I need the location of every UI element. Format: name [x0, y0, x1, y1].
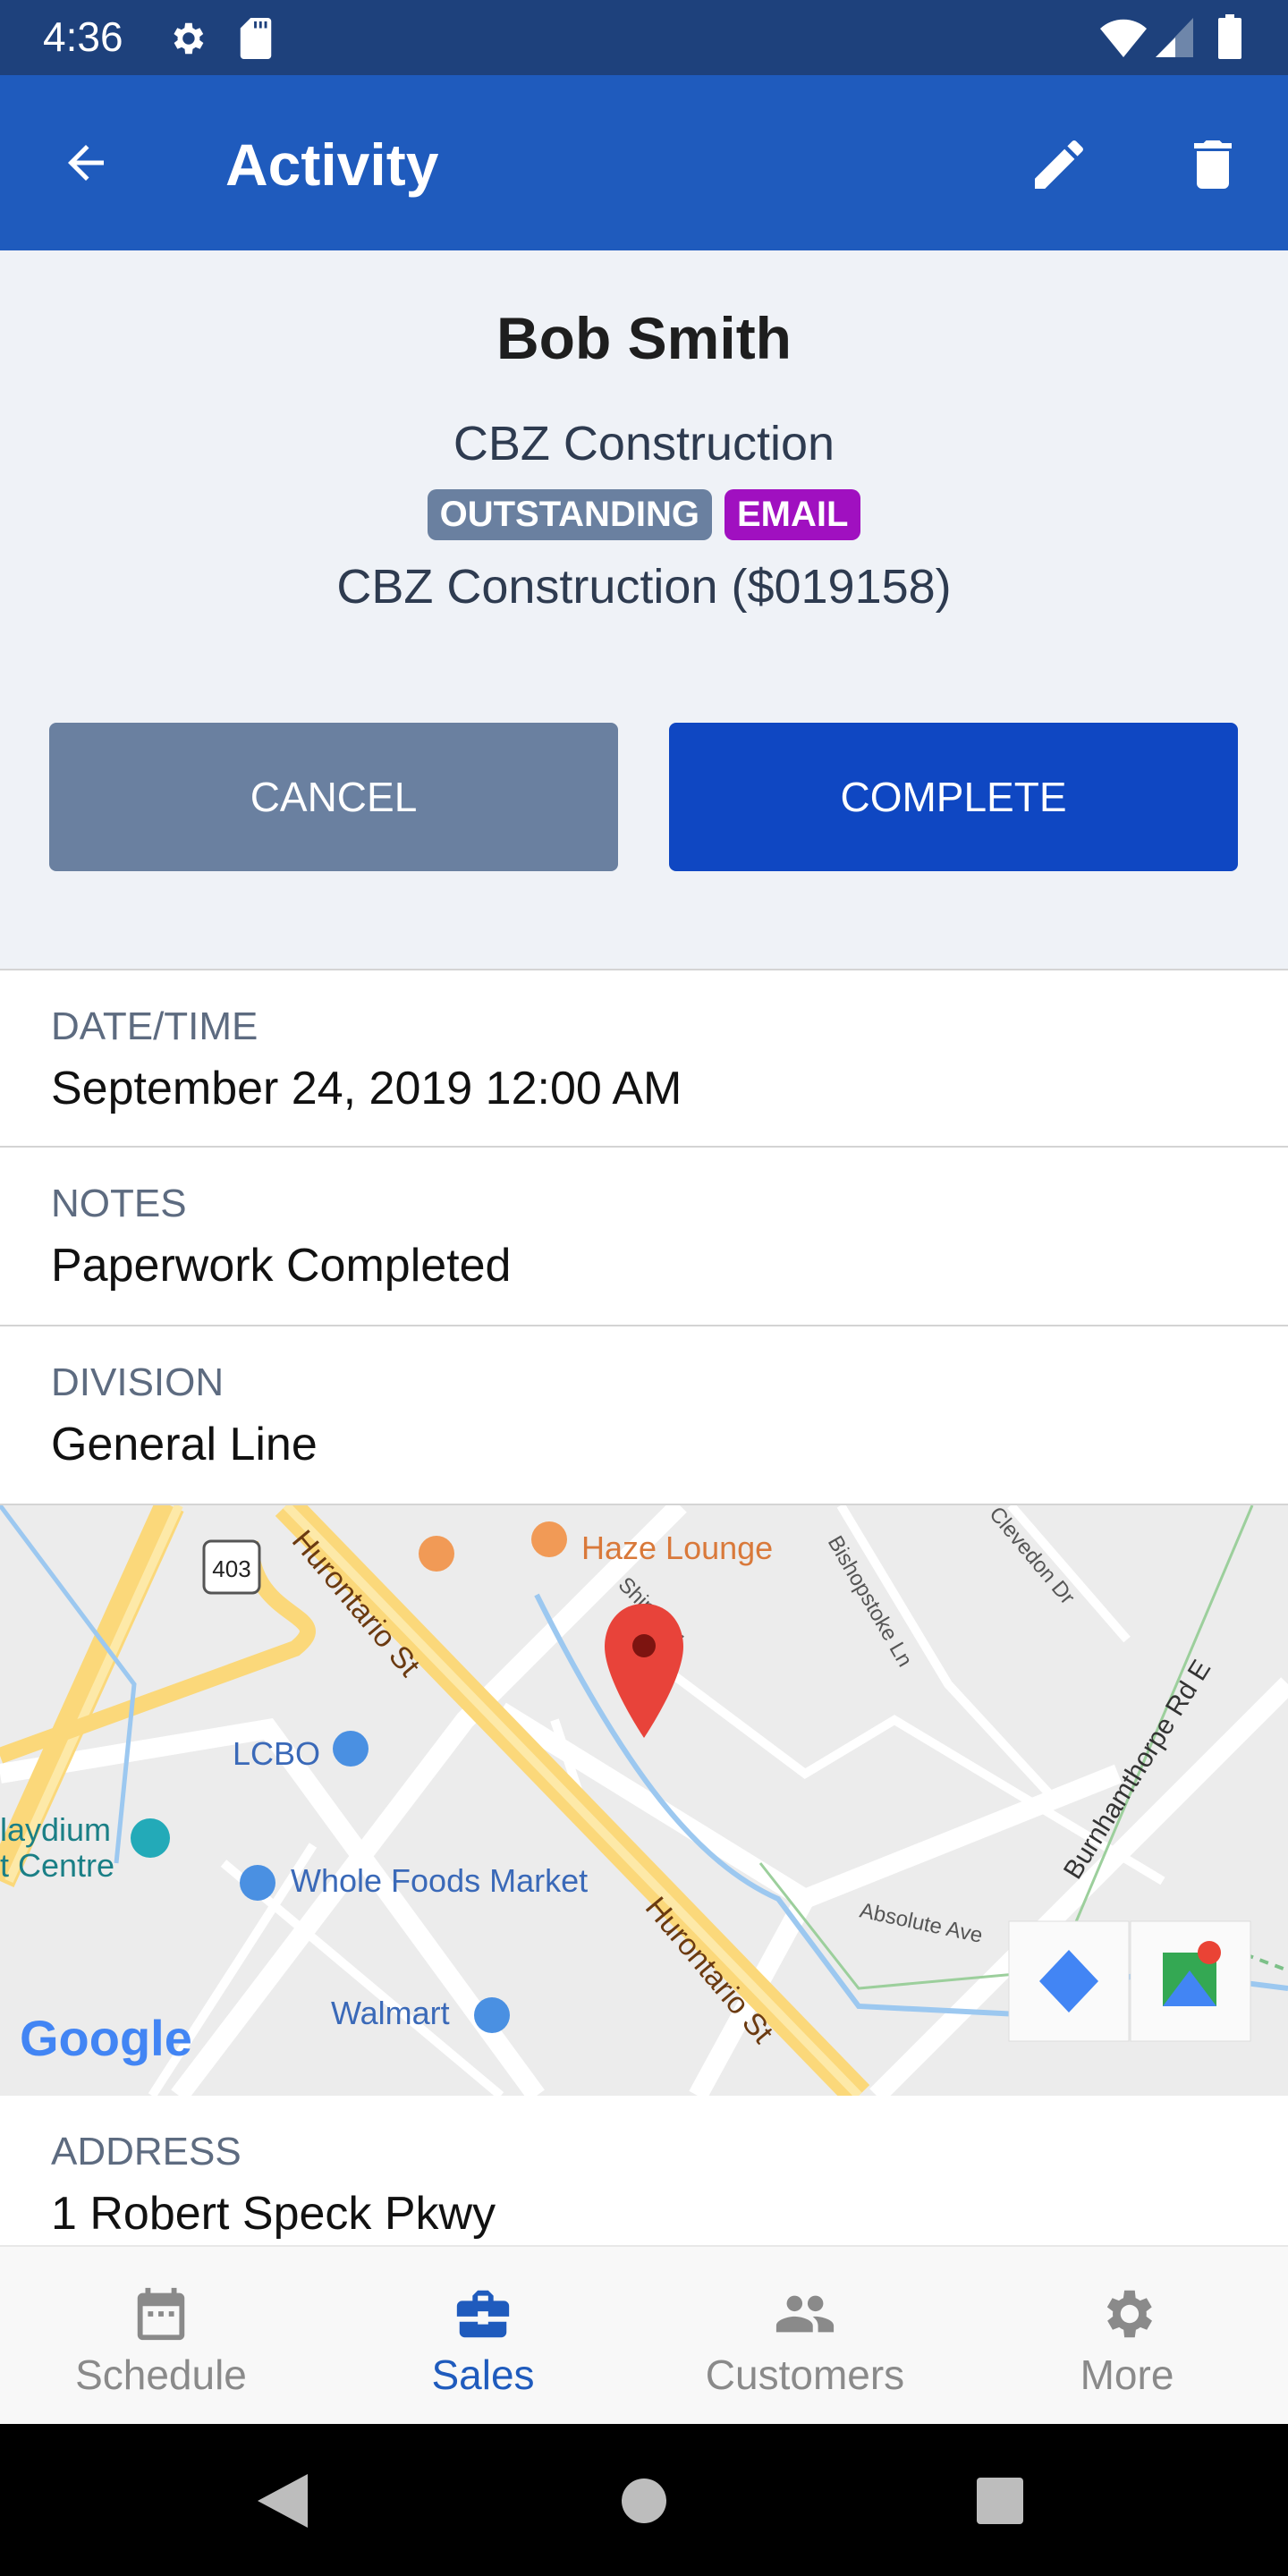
- field-label: DIVISION: [51, 1360, 225, 1404]
- wifi-icon: [1100, 19, 1147, 57]
- status-time: 4:36: [43, 13, 123, 60]
- location-pin-icon: [605, 1604, 683, 1738]
- briefcase-icon: [456, 2290, 510, 2338]
- nav-more[interactable]: More: [966, 2247, 1288, 2424]
- field-notes: NOTES Paperwork Completed: [0, 1148, 1288, 1326]
- status-badge: OUTSTANDING: [427, 489, 712, 540]
- company-name: CBZ Construction: [453, 417, 835, 470]
- cart-pin-icon: [240, 1865, 275, 1901]
- restaurant-pin-icon: [531, 1521, 567, 1557]
- battery-icon: [1218, 14, 1241, 59]
- home-circle-icon[interactable]: [621, 2478, 667, 2524]
- restaurant-pin-icon: [419, 1536, 454, 1572]
- poi-lcbo: LCBO: [233, 1735, 320, 1772]
- account-name: CBZ Construction ($019158): [336, 560, 952, 614]
- cancel-button[interactable]: CANCEL: [49, 723, 618, 871]
- sd-card-icon: [240, 18, 272, 59]
- gear-icon: [174, 22, 204, 55]
- badge-group: OUTSTANDING EMAIL: [0, 489, 1288, 540]
- page-title: Activity: [225, 131, 439, 198]
- field-value: 1 Robert Speck Pkwy: [51, 2188, 496, 2240]
- street-label: Absolute Ave: [858, 1898, 985, 1947]
- system-nav-bar: [0, 2424, 1288, 2576]
- field-date-time: DATE/TIME September 24, 2019 12:00 AM: [0, 970, 1288, 1148]
- bottom-nav: Schedule Sales Customers More: [0, 2245, 1288, 2424]
- map-canvas[interactable]: 403 Haze Lounge LCBO laydium t Centre Wh…: [0, 1505, 1288, 2096]
- open-in-maps-button[interactable]: [1130, 1920, 1251, 2042]
- recents-square-icon[interactable]: [977, 2478, 1023, 2524]
- nav-label: Sales: [431, 2351, 535, 2398]
- back-arrow-icon[interactable]: [59, 136, 113, 190]
- field-value: September 24, 2019 12:00 AM: [51, 1063, 682, 1114]
- street-label: Hurontario St: [285, 1524, 427, 1683]
- nav-label: Customers: [705, 2351, 905, 2398]
- shopping-pin-icon: [474, 1997, 510, 2033]
- field-division: DIVISION General Line: [0, 1326, 1288, 1505]
- field-label: NOTES: [51, 1182, 187, 1225]
- map-view[interactable]: 403 Haze Lounge LCBO laydium t Centre Wh…: [0, 1505, 1288, 2096]
- edit-pencil-icon[interactable]: [1027, 132, 1091, 197]
- street-label: Clevedon Dr: [984, 1505, 1079, 1609]
- app-bar: Activity: [0, 75, 1288, 250]
- nav-label: More: [1080, 2351, 1174, 2398]
- highway-label: 403: [212, 1555, 250, 1582]
- directions-button[interactable]: [1008, 1920, 1130, 2042]
- calendar-icon: [137, 2287, 185, 2341]
- status-bar: 4:36: [0, 0, 1288, 75]
- poi-walmart: Walmart: [331, 1995, 450, 2031]
- poi-playdium: laydium: [0, 1811, 111, 1848]
- google-logo: Google: [20, 2010, 192, 2066]
- field-address: ADDRESS 1 Robert Speck Pkwy: [0, 2096, 1288, 2245]
- nav-sales[interactable]: Sales: [322, 2247, 644, 2424]
- nav-schedule[interactable]: Schedule: [0, 2247, 322, 2424]
- field-value: General Line: [51, 1419, 318, 1470]
- nav-customers[interactable]: Customers: [644, 2247, 966, 2424]
- gear-icon: [1106, 2290, 1152, 2338]
- field-label: ADDRESS: [51, 2130, 242, 2174]
- poi-playdium-2: t Centre: [0, 1847, 114, 1884]
- signal-icon: [1156, 18, 1193, 57]
- field-label: DATE/TIME: [51, 1004, 258, 1048]
- trash-icon[interactable]: [1181, 132, 1245, 197]
- nav-label: Schedule: [75, 2351, 247, 2398]
- complete-button[interactable]: COMPLETE: [669, 723, 1238, 871]
- shopping-pin-icon: [333, 1731, 369, 1767]
- back-triangle-icon[interactable]: [258, 2474, 308, 2528]
- poi-whole-foods: Whole Foods Market: [291, 1862, 588, 1899]
- type-badge: EMAIL: [724, 489, 861, 540]
- poi-haze-lounge: Haze Lounge: [581, 1530, 773, 1566]
- contact-name: Bob Smith: [496, 305, 792, 371]
- activity-header: Bob Smith CBZ Construction OUTSTANDING E…: [0, 250, 1288, 970]
- people-icon: [775, 2295, 835, 2333]
- park-pin-icon: [131, 1818, 170, 1858]
- field-value: Paperwork Completed: [51, 1240, 512, 1292]
